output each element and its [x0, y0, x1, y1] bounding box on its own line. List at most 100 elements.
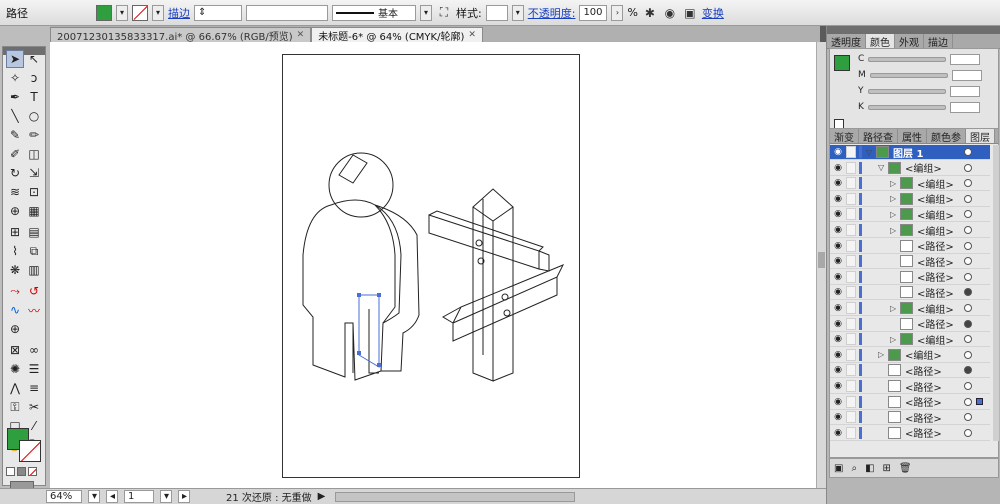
visibility-eye-icon[interactable]: ◉	[833, 178, 843, 188]
lock-toggle[interactable]	[846, 239, 856, 252]
tab-attributes[interactable]: 属性	[898, 129, 927, 144]
channel-slider[interactable]	[867, 104, 946, 110]
target-icon[interactable]	[964, 428, 972, 437]
canvas-vertical-scrollbar[interactable]	[816, 42, 826, 488]
perspective-grid-tool[interactable]: ▦	[25, 202, 43, 220]
visibility-eye-icon[interactable]: ◉	[833, 225, 843, 235]
fill-dropdown[interactable]: ▾	[116, 4, 128, 21]
target-icon[interactable]	[964, 272, 972, 281]
envelope-tool[interactable]: ⊠	[6, 341, 24, 359]
eraser-tool[interactable]: ◫	[25, 145, 43, 163]
slice-tool[interactable]: ⚿	[6, 398, 24, 416]
panel-fill-swatch[interactable]	[834, 55, 850, 71]
stroke-link[interactable]: 描边	[168, 5, 190, 21]
stroke-swatch[interactable]	[132, 4, 148, 21]
brush-definition-dropdown[interactable]: 基本	[332, 4, 416, 21]
layer-item-row[interactable]: ◉ ▷ <编组>	[830, 301, 990, 316]
expand-triangle-icon[interactable]: ▷	[890, 179, 896, 188]
tab-document-2[interactable]: 未标题-6* @ 64% (CMYK/轮廓) ✕	[311, 27, 483, 43]
canvas-area[interactable]	[50, 42, 816, 488]
artboard-dropdown[interactable]: ▾	[160, 490, 172, 503]
tab-appearance[interactable]: 外观	[895, 34, 924, 49]
layer-item-row[interactable]: ◉ <路径>	[830, 379, 990, 394]
variable-width-dropdown[interactable]	[246, 4, 328, 21]
symbol-sprayer-tool[interactable]: ❋	[6, 261, 24, 279]
paintbrush-tool[interactable]: ✎	[6, 126, 24, 144]
visibility-eye-icon[interactable]: ◉	[833, 272, 843, 282]
layer-item-row[interactable]: ◉ ▷ <编组>	[830, 332, 990, 348]
rotate-tool[interactable]: ↻	[6, 164, 24, 182]
zoom-dropdown[interactable]: ▾	[88, 490, 100, 503]
next-artboard-button[interactable]: ▸	[178, 490, 190, 503]
layer-item-row[interactable]: ◉ <路径>	[830, 363, 990, 379]
target-icon[interactable]	[964, 413, 972, 422]
stroke-dropdown[interactable]: ▾	[152, 4, 164, 21]
new-sublayer-icon[interactable]: ⊞	[883, 463, 891, 474]
visibility-eye-icon[interactable]: ◉	[833, 303, 843, 313]
close-icon[interactable]: ✕	[468, 30, 476, 40]
layer-row[interactable]: ◉ ▽ 图层 1	[830, 145, 990, 160]
lock-toggle[interactable]	[846, 348, 856, 361]
artboard[interactable]	[282, 54, 580, 478]
lock-toggle[interactable]	[846, 286, 856, 299]
lock-toggle[interactable]	[846, 302, 856, 314]
scale-tool[interactable]: ⇲	[25, 164, 43, 182]
lock-toggle[interactable]	[846, 161, 856, 174]
visibility-eye-icon[interactable]: ◉	[833, 256, 843, 266]
target-icon[interactable]	[964, 382, 972, 390]
lock-toggle[interactable]	[846, 177, 856, 190]
visibility-eye-icon[interactable]: ◉	[833, 163, 843, 173]
channel-value[interactable]	[950, 53, 981, 65]
target-icon[interactable]	[964, 350, 972, 359]
collapse-triangle-icon[interactable]: ▽	[866, 148, 872, 157]
layer-item-row[interactable]: ◉ ▷ <编组>	[830, 223, 990, 238]
stroke-weight-field[interactable]: ⇕	[194, 4, 242, 21]
channel-value[interactable]	[951, 69, 982, 81]
layer-item-row[interactable]: ◉ <路径>	[830, 285, 990, 301]
twirl-tool[interactable]: ∞	[25, 341, 43, 359]
ellipse-tool[interactable]: ○	[25, 107, 43, 125]
target-icon[interactable]	[964, 194, 972, 203]
layer-item-row[interactable]: ◉ <路径>	[830, 426, 990, 441]
warp-tool[interactable]: ≋	[6, 183, 24, 201]
blob-brush-tool[interactable]: ✐	[6, 145, 24, 163]
visibility-eye-icon[interactable]: ◉	[833, 147, 843, 157]
target-icon[interactable]	[964, 319, 972, 328]
type-tool[interactable]: T	[25, 88, 43, 106]
column-graph-tool[interactable]: ▥	[25, 261, 43, 279]
pen-tool[interactable]: ✒	[6, 88, 24, 106]
lock-toggle[interactable]	[846, 380, 856, 392]
scroll-thumb[interactable]	[818, 252, 825, 268]
channel-slider[interactable]	[869, 72, 948, 78]
visibility-eye-icon[interactable]: ◉	[833, 334, 843, 344]
layer-item-row[interactable]: ◉ <路径>	[830, 270, 990, 285]
line-tool[interactable]: ╲	[6, 107, 24, 125]
lock-toggle[interactable]	[846, 411, 856, 424]
channel-value[interactable]	[949, 85, 980, 97]
graphic-style-dropdown[interactable]	[485, 4, 508, 21]
target-icon[interactable]: ⊕	[6, 320, 24, 338]
magic-wand-tool[interactable]: ✧	[6, 69, 24, 87]
visibility-eye-icon[interactable]: ◉	[833, 397, 843, 407]
visibility-eye-icon[interactable]: ◉	[833, 287, 843, 297]
prev-artboard-button[interactable]: ◂	[106, 490, 118, 503]
fill-swatch[interactable]	[96, 4, 112, 21]
target-icon[interactable]	[964, 366, 972, 375]
artboard-number-field[interactable]: 1	[124, 490, 154, 503]
target-icon[interactable]	[964, 163, 972, 172]
lock-toggle[interactable]	[846, 224, 856, 236]
target-icon[interactable]	[964, 304, 972, 312]
layer-item-row[interactable]: ◉ ▽ <编组>	[830, 161, 990, 176]
tab-color-guide[interactable]: 颜色参	[927, 129, 966, 144]
gradient-tool[interactable]: ▤	[25, 223, 43, 241]
visibility-eye-icon[interactable]: ◉	[833, 194, 843, 204]
layer-item-row[interactable]: ◉ <路径>	[830, 395, 990, 410]
tab-gradient[interactable]: 渐变	[830, 129, 859, 144]
layer-item-row[interactable]: ◉ ▷ <编组>	[830, 176, 990, 192]
layer-item-row[interactable]: ◉ <路径>	[830, 410, 990, 426]
lock-toggle[interactable]	[846, 426, 856, 439]
layer-item-row[interactable]: ◉ <路径>	[830, 254, 990, 270]
selection-indicator[interactable]	[976, 398, 983, 406]
opacity-input[interactable]: 100	[579, 4, 608, 21]
curve-tool[interactable]: ∿	[6, 301, 24, 319]
